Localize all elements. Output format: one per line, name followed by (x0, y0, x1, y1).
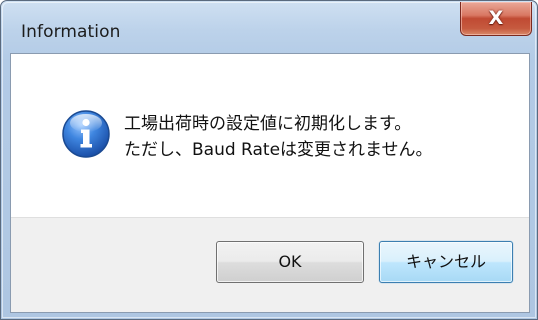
message-line-2: ただし、Baud Rateは変更されません。 (124, 140, 433, 160)
message-text: 工場出荷時の設定値に初期化します。 ただし、Baud Rateは変更されません。 (124, 111, 433, 163)
message-line-1: 工場出荷時の設定値に初期化します。 (124, 114, 412, 134)
message-area: 工場出荷時の設定値に初期化します。 ただし、Baud Rateは変更されません。 (11, 54, 529, 217)
dialog-window: Information X 工場出荷時の設定値に初期化します。 ただし、Baud… (0, 0, 538, 320)
close-button[interactable]: X (460, 2, 532, 36)
information-icon (62, 110, 110, 158)
title-bar[interactable]: Information X (1, 1, 537, 53)
close-icon: X (488, 7, 504, 29)
ok-button[interactable]: OK (216, 241, 364, 283)
dialog-client-area: 工場出荷時の設定値に初期化します。 ただし、Baud Rateは変更されません。… (10, 53, 530, 313)
cancel-button[interactable]: キャンセル (379, 241, 513, 283)
window-title: Information (21, 22, 121, 42)
